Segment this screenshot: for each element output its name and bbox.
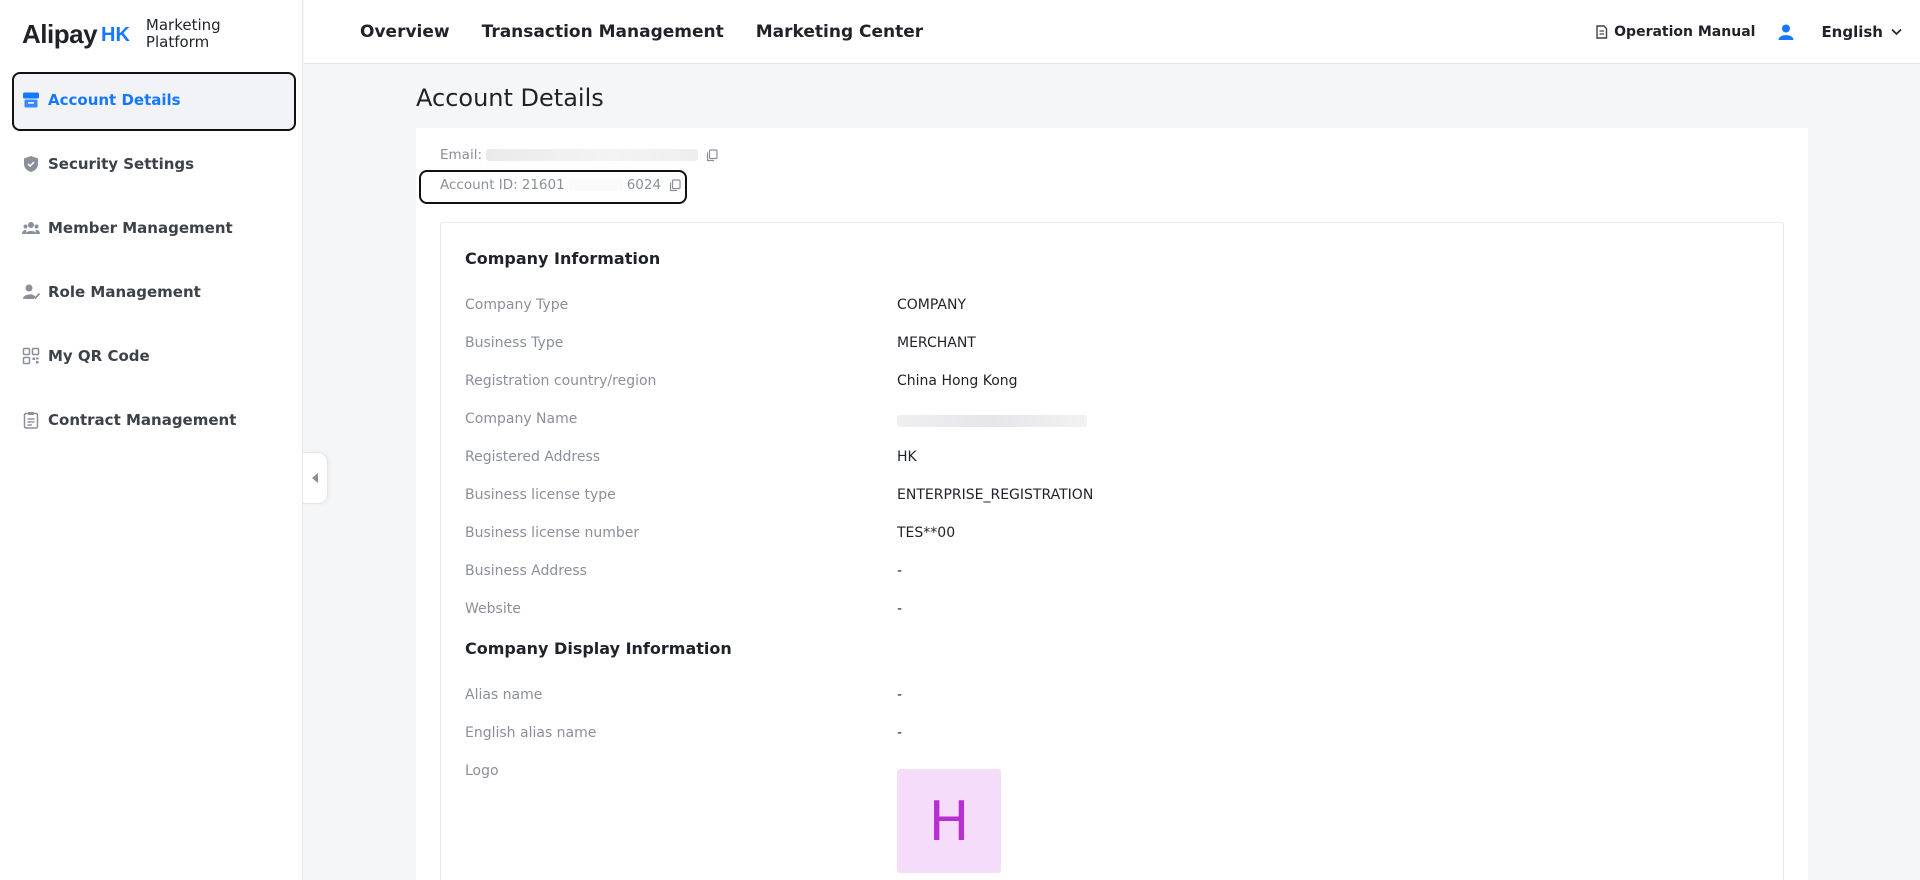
logo-product-line2: Platform: [145, 33, 210, 51]
sidebar-item-label: Account Details: [48, 91, 181, 109]
info-value: MERCHANT: [897, 335, 976, 351]
sidebar-item-label: My QR Code: [48, 347, 150, 365]
info-row-company-name: Company Name: [465, 411, 1665, 431]
display-info-title: Company Display Information: [465, 639, 732, 658]
info-label: Business Type: [465, 335, 564, 351]
info-row-license-number: Business license number TES**00: [465, 525, 1665, 545]
email-label: Email:: [440, 147, 483, 163]
company-info-title: Company Information: [465, 249, 661, 268]
topnav-transaction-management[interactable]: Transaction Management: [482, 22, 724, 42]
sidebar-item-contract-management[interactable]: Contract Management: [0, 388, 303, 452]
info-label: Website: [465, 601, 521, 617]
language-selector[interactable]: English: [1821, 23, 1902, 41]
info-row-business-type: Business Type MERCHANT: [465, 335, 1665, 355]
logo-brand: Alipay: [22, 18, 98, 49]
info-label: Company Name: [465, 411, 578, 427]
info-label: Business license number: [465, 525, 640, 541]
sidebar-item-label: Role Management: [48, 283, 201, 301]
info-value: -: [897, 725, 903, 741]
info-value: -: [897, 687, 903, 703]
email-value-redacted: [486, 149, 699, 161]
sidebar-nav: Account Details Security Settings Member…: [0, 68, 303, 452]
sidebar-item-label: Member Management: [48, 219, 233, 237]
info-row-business-address: Business Address -: [465, 563, 1665, 583]
clipboard-icon: [22, 411, 40, 429]
sidebar-item-label: Security Settings: [48, 155, 195, 173]
info-value: HK: [897, 449, 917, 465]
info-row-logo: Logo: [465, 763, 1665, 783]
email-row: Email:: [440, 147, 718, 163]
sidebar-item-role-management[interactable]: Role Management: [0, 260, 303, 324]
members-icon: [22, 219, 40, 237]
info-label: English alias name: [465, 725, 597, 741]
user-icon[interactable]: [1777, 23, 1795, 41]
copy-icon[interactable]: [706, 148, 718, 162]
top-nav: Overview Transaction Management Marketin…: [360, 0, 923, 64]
language-label: English: [1821, 23, 1883, 41]
company-logo-image: H: [897, 769, 1001, 873]
operation-manual-label: Operation Manual: [1614, 24, 1756, 40]
info-value: -: [897, 563, 903, 579]
info-label: Logo: [465, 763, 499, 779]
info-value: -: [897, 601, 903, 617]
company-name-redacted: [897, 411, 1087, 431]
app-logo[interactable]: Alipay HK Marketing Platform: [22, 16, 221, 52]
company-logo-letter: H: [928, 789, 970, 853]
chevron-down-icon: [1891, 28, 1902, 36]
copy-icon[interactable]: [669, 178, 681, 192]
logo-region: HK: [101, 24, 130, 46]
info-label: Company Type: [465, 297, 569, 313]
topnav-overview[interactable]: Overview: [360, 22, 450, 42]
info-row-alias-name: Alias name -: [465, 687, 1665, 707]
info-value: China Hong Kong: [897, 373, 1018, 389]
role-icon: [22, 283, 40, 301]
info-row-website: Website -: [465, 601, 1665, 621]
caret-left-icon: [310, 469, 320, 488]
logo-product-line1: Marketing: [145, 16, 221, 34]
info-value: ENTERPRISE_REGISTRATION: [897, 487, 1094, 503]
info-label: Alias name: [465, 687, 543, 703]
info-value: TES**00: [897, 525, 956, 541]
info-row-english-alias-name: English alias name -: [465, 725, 1665, 745]
sidebar-item-label: Contract Management: [48, 411, 237, 429]
qr-code-icon: [22, 347, 40, 365]
topnav-marketing-center[interactable]: Marketing Center: [756, 22, 923, 42]
sidebar-item-my-qr-code[interactable]: My QR Code: [0, 324, 303, 388]
company-info-panel: Company Information Company Type COMPANY…: [440, 222, 1784, 880]
info-label: Business Address: [465, 563, 587, 579]
shield-icon: [22, 155, 40, 173]
account-id-prefix: 21601: [521, 177, 565, 193]
account-id-label: Account ID:: [440, 177, 518, 193]
info-row-registration-country: Registration country/region China Hong K…: [465, 373, 1665, 393]
sidebar: Alipay HK Marketing Platform Account Det…: [0, 0, 303, 880]
info-label: Business license type: [465, 487, 616, 503]
header-actions: Operation Manual English: [1595, 0, 1902, 64]
info-label: Registration country/region: [465, 373, 657, 389]
info-row-company-type: Company Type COMPANY: [465, 297, 1665, 317]
page-title: Account Details: [416, 84, 604, 112]
account-id-redacted: [568, 179, 623, 191]
info-row-registered-address: Registered Address HK: [465, 449, 1665, 469]
manual-icon: [1595, 25, 1608, 39]
store-icon: [22, 91, 40, 109]
sidebar-item-member-management[interactable]: Member Management: [0, 196, 303, 260]
top-bar: Overview Transaction Management Marketin…: [304, 0, 1920, 64]
info-value: COMPANY: [897, 297, 967, 313]
operation-manual-link[interactable]: Operation Manual: [1595, 24, 1755, 40]
sidebar-item-account-details[interactable]: Account Details: [0, 68, 303, 132]
info-row-license-type: Business license type ENTERPRISE_REGISTR…: [465, 487, 1665, 507]
account-details-card: Email: Account ID: 21601 6024 Company In…: [416, 128, 1808, 880]
account-id-row: Account ID: 21601 6024: [440, 177, 681, 193]
logo-product-name: Marketing Platform: [146, 17, 221, 51]
account-id-suffix: 6024: [626, 177, 662, 193]
info-label: Registered Address: [465, 449, 601, 465]
sidebar-item-security-settings[interactable]: Security Settings: [0, 132, 303, 196]
sidebar-collapse-button[interactable]: [303, 452, 328, 504]
